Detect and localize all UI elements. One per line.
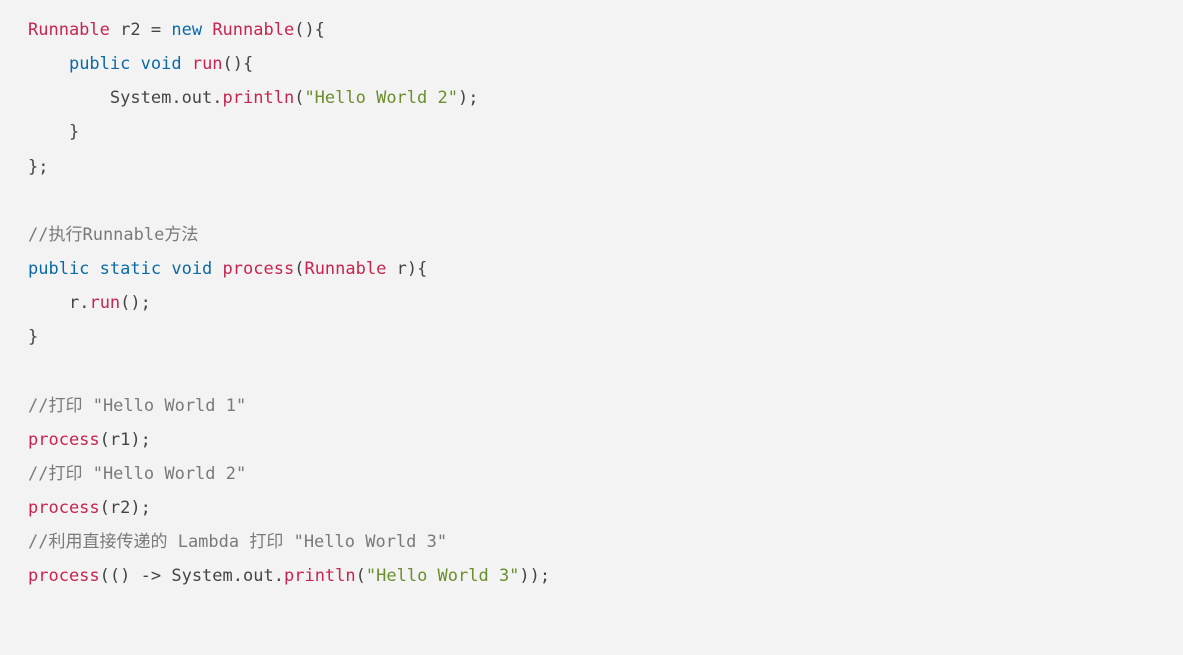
code-token: public: [69, 54, 130, 74]
code-token: //利用直接传递的 Lambda 打印 "Hello World 3": [28, 532, 447, 552]
code-token: ->: [141, 566, 161, 586]
code-token: };: [28, 157, 48, 177]
code-token: out: [243, 566, 274, 586]
code-token: r: [69, 293, 79, 313]
code-token: );: [130, 498, 150, 518]
code-token: );: [130, 430, 150, 450]
code-token: System: [110, 88, 171, 108]
code-token: //打印 "Hello World 1": [28, 396, 246, 416]
code-token: Runnable: [212, 20, 294, 40]
code-token: .: [171, 88, 181, 108]
code-token: out: [182, 88, 213, 108]
code-token: static: [100, 259, 161, 279]
code-token: run: [192, 54, 223, 74]
code-token: System: [171, 566, 232, 586]
code-token: ));: [519, 566, 550, 586]
code-token: //打印 "Hello World 2": [28, 464, 246, 484]
code-token: "Hello World 2": [304, 88, 458, 108]
code-content: Runnable r2 = new Runnable(){ public voi…: [28, 20, 550, 586]
code-token: .: [212, 88, 222, 108]
code-token: [161, 566, 171, 586]
code-token: Runnable: [304, 259, 396, 279]
code-token: (: [356, 566, 366, 586]
code-token: }: [28, 327, 38, 347]
code-token: [130, 54, 140, 74]
code-token: Runnable: [28, 20, 120, 40]
code-token: (: [100, 430, 110, 450]
code-token: (: [294, 259, 304, 279]
code-token: [161, 20, 171, 40]
code-token: "Hello World 3": [366, 566, 520, 586]
code-block: Runnable r2 = new Runnable(){ public voi…: [28, 14, 1155, 594]
code-token: process: [223, 259, 295, 279]
code-token: [212, 259, 222, 279]
code-token: void: [171, 259, 212, 279]
code-token: [202, 20, 212, 40]
code-token: [161, 259, 171, 279]
code-token: run: [89, 293, 120, 313]
code-token: r1: [110, 430, 130, 450]
code-token: process: [28, 498, 100, 518]
code-token: =: [151, 20, 161, 40]
code-token: println: [223, 88, 295, 108]
code-token: .: [79, 293, 89, 313]
code-token: process: [28, 430, 100, 450]
code-token: println: [284, 566, 356, 586]
code-token: process: [28, 566, 100, 586]
code-token: ();: [120, 293, 151, 313]
code-token: [28, 293, 69, 313]
code-token: [89, 259, 99, 279]
code-token: );: [458, 88, 478, 108]
code-token: r: [397, 259, 407, 279]
code-token: new: [171, 20, 202, 40]
code-token: [28, 88, 110, 108]
code-token: (){: [294, 20, 325, 40]
code-token: ){: [407, 259, 427, 279]
code-token: (: [100, 498, 110, 518]
code-token: public: [28, 259, 89, 279]
code-token: (){: [223, 54, 254, 74]
code-token: ((): [100, 566, 141, 586]
code-token: //执行Runnable方法: [28, 225, 198, 245]
code-token: .: [274, 566, 284, 586]
code-token: [28, 54, 69, 74]
code-token: (: [294, 88, 304, 108]
code-token: r2: [110, 498, 130, 518]
code-token: [182, 54, 192, 74]
code-token: .: [233, 566, 243, 586]
code-token: }: [28, 122, 79, 142]
code-token: r2: [120, 20, 151, 40]
code-token: void: [141, 54, 182, 74]
